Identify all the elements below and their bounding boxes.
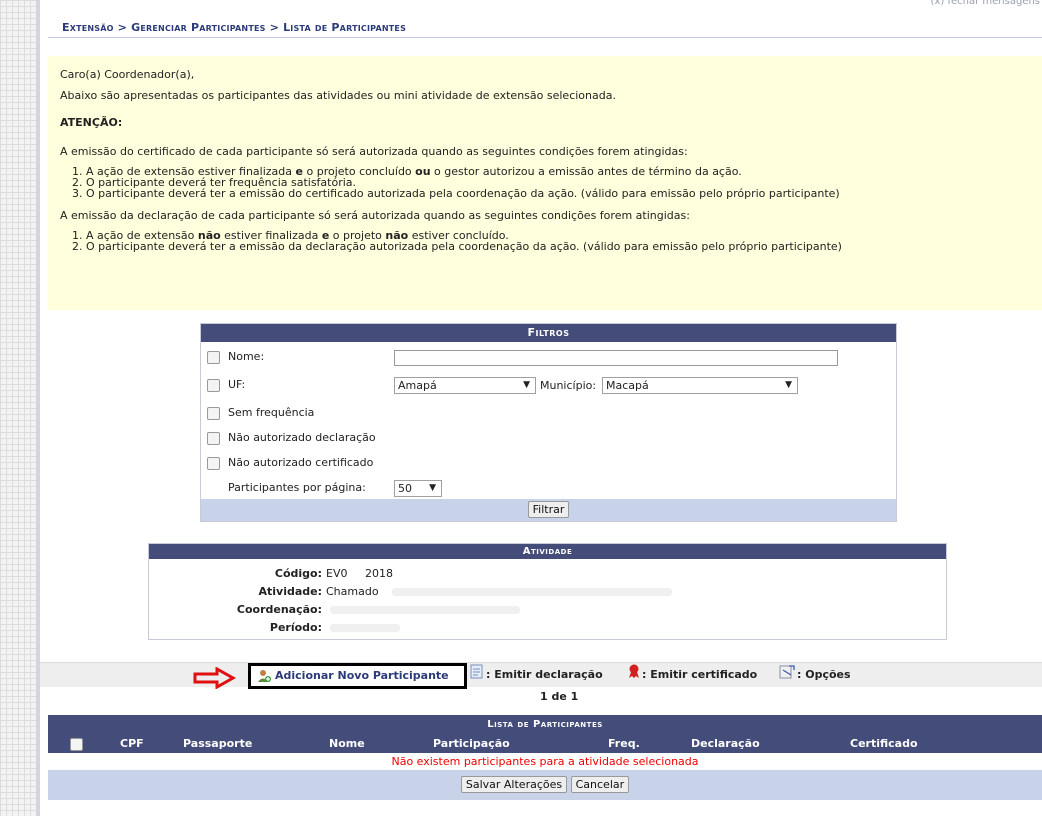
activity-title: Atividade — [149, 544, 946, 559]
redacted-text — [392, 588, 673, 596]
document-icon — [470, 664, 484, 686]
cert-intro-text: A emissão do certificado de cada partici… — [60, 145, 688, 158]
certificate-ribbon-icon — [628, 664, 640, 686]
decl-intro-text: A emissão da declaração de cada particip… — [60, 209, 690, 222]
filter-row-sem-frequencia: Sem frequência — [207, 403, 314, 423]
municipio-select-value: Macapá — [606, 379, 649, 392]
greeting-text: Caro(a) Coordenador(a), — [60, 68, 195, 81]
chevron-down-icon: ▼ — [429, 483, 436, 493]
nome-checkbox[interactable] — [207, 350, 220, 364]
intro-text: Abaixo são apresentadas os participantes… — [60, 89, 616, 102]
activity-atividade-row: Atividade: Chamado — [149, 584, 673, 600]
filter-row-nome: Nome: — [207, 347, 264, 367]
redacted-text — [329, 624, 400, 632]
options-icon — [779, 664, 795, 686]
emitir-declaracao-label: : Emitir declaração — [486, 668, 603, 681]
cert-conditions-list: A ação de extensão estiver finalizada e … — [60, 166, 1030, 199]
filter-row-nao-autorizado-certificado: Não autorizado certificado — [207, 453, 373, 473]
column-header-certificado: Certificado — [850, 737, 918, 750]
per-page-select[interactable]: 50 ▼ — [394, 480, 442, 497]
info-message-box: Caro(a) Coordenador(a), Abaixo são apres… — [48, 56, 1042, 310]
coordenacao-label: Coordenação: — [236, 603, 322, 616]
column-header-cpf: CPF — [120, 737, 144, 750]
cert-condition-3: O participante deverá ter a emissão do c… — [86, 188, 1030, 199]
chevron-down-icon: ▼ — [523, 380, 530, 390]
atividade-label: Atividade: — [258, 585, 322, 598]
sem-frequencia-label: Sem frequência — [228, 406, 315, 419]
close-messages-link[interactable]: (x) fechar mensagens — [931, 0, 1042, 10]
emitir-certificado-legend: : Emitir certificado — [628, 664, 757, 684]
per-page-label: Participantes por página: — [228, 481, 366, 494]
participants-table-header: CPF Passaporte Nome Participação Freq. D… — [48, 734, 1042, 753]
add-participant-button[interactable]: Adicionar Novo Participante — [248, 663, 467, 689]
add-user-icon — [257, 669, 271, 683]
emitir-certificado-label: : Emitir certificado — [642, 668, 758, 681]
chevron-down-icon: ▼ — [785, 380, 792, 390]
nome-label: Nome: — [228, 350, 265, 363]
left-grid-strip — [0, 0, 36, 816]
breadcrumb: Extensão > Gerenciar Participantes > Lis… — [48, 18, 1042, 38]
activity-periodo-row: Período: — [149, 620, 400, 636]
per-page-select-value: 50 — [398, 482, 412, 495]
column-header-participacao: Participação — [433, 737, 510, 750]
nao-autorizado-declaracao-label: Não autorizado declaração — [228, 431, 376, 444]
column-header-nome: Nome — [329, 737, 365, 750]
nao-autorizado-certificado-label: Não autorizado certificado — [228, 456, 374, 469]
periodo-label: Período: — [269, 621, 322, 634]
arrow-right-icon — [193, 667, 237, 689]
filters-title: Filtros — [201, 324, 896, 342]
attention-heading: ATENÇÃO: — [60, 116, 123, 129]
nao-autorizado-declaracao-checkbox[interactable] — [207, 431, 220, 445]
uf-select[interactable]: Amapá ▼ — [394, 377, 536, 394]
uf-select-value: Amapá — [398, 379, 437, 392]
cancel-button[interactable]: Cancelar — [570, 776, 630, 793]
column-header-passaporte: Passaporte — [183, 737, 253, 750]
pagination-text: 1 de 1 — [540, 690, 579, 703]
filter-button[interactable]: Filtrar — [527, 501, 570, 518]
atividade-value: Chamado — [326, 585, 379, 598]
empty-list-message: Não existem participantes para a ativida… — [48, 753, 1042, 770]
municipio-label: Município: — [540, 379, 597, 392]
opcoes-label: : Opções — [797, 668, 851, 681]
save-changes-button[interactable]: Salvar Alterações — [460, 776, 568, 793]
filter-row-nao-autorizado-declaracao: Não autorizado declaração — [207, 428, 376, 448]
left-border-bar — [36, 0, 40, 816]
uf-label: UF: — [228, 378, 246, 391]
filters-footer: Filtrar — [201, 499, 896, 521]
activity-coordenacao-row: Coordenação: — [149, 602, 520, 618]
decl-conditions-list: A ação de extensão não estiver finalizad… — [60, 230, 1030, 252]
codigo-value: EV0 2018 — [326, 567, 393, 580]
redacted-text — [329, 606, 520, 614]
participants-footer: Salvar Alterações Cancelar — [48, 770, 1042, 800]
participants-title: Lista de Participantes — [48, 715, 1042, 734]
emitir-declaracao-legend: : Emitir declaração — [470, 664, 603, 684]
participants-table: Lista de Participantes CPF Passaporte No… — [48, 715, 1042, 816]
add-participant-label: Adicionar Novo Participante — [275, 669, 449, 682]
column-header-freq: Freq. — [608, 737, 640, 750]
activity-panel: Atividade Código: EV0 2018 Atividade: Cham… — [148, 543, 947, 640]
filter-row-uf: UF: — [207, 375, 245, 395]
municipio-select[interactable]: Macapá ▼ — [602, 377, 798, 394]
nome-input[interactable] — [394, 350, 838, 366]
filters-panel: Filtros Nome: UF: Amapá ▼ Município: Mac… — [200, 323, 897, 522]
codigo-label: Código: — [274, 567, 322, 580]
uf-checkbox[interactable] — [207, 378, 220, 392]
activity-codigo-row: Código: EV0 2018 — [149, 566, 393, 582]
nao-autorizado-certificado-checkbox[interactable] — [207, 456, 220, 470]
opcoes-legend: : Opções — [779, 664, 851, 684]
column-header-declaracao: Declaração — [691, 737, 760, 750]
decl-condition-2: O participante deverá ter a emissão da d… — [86, 241, 1030, 252]
sem-frequencia-checkbox[interactable] — [207, 406, 220, 420]
